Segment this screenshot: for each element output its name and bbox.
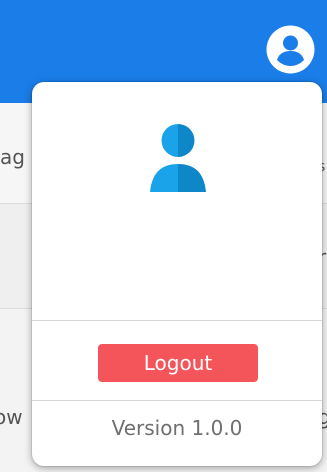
user-circle-icon [266, 25, 315, 74]
version-label: Version 1.0.0 [111, 416, 243, 440]
background-text: ag [0, 145, 25, 169]
logout-button[interactable]: Logout [98, 344, 258, 382]
account-menu: Logout Version 1.0.0 [32, 82, 322, 466]
user-icon [150, 124, 206, 192]
profile-avatar [148, 124, 208, 192]
background-text: ow [0, 405, 23, 429]
menu-divider [32, 320, 322, 321]
menu-divider [32, 400, 322, 401]
app-screen: ag i s r ow g Logout Version 1.0.0 [0, 0, 327, 472]
account-button[interactable] [265, 24, 316, 75]
